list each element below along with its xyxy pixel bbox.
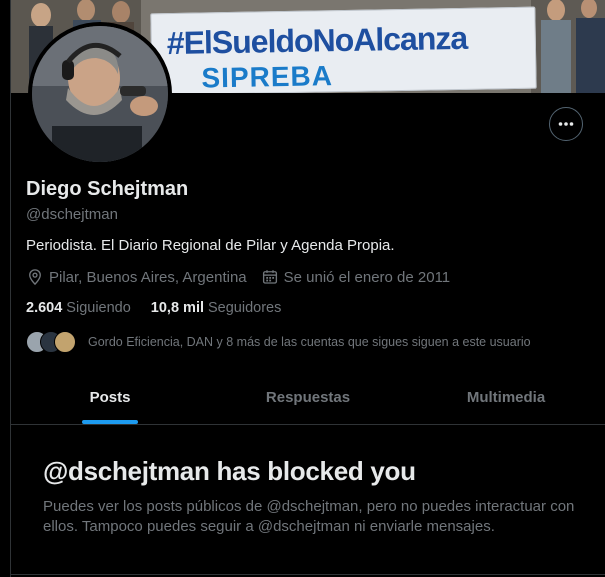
calendar-icon <box>262 270 277 284</box>
tab-label: Multimedia <box>466 388 546 406</box>
location-pin-icon <box>29 269 41 286</box>
column-border <box>10 0 11 577</box>
follow-stats: 2.604 Siguiendo 10,8 mil Seguidores <box>26 300 281 316</box>
tab-posts[interactable]: Posts <box>11 370 209 424</box>
followers-label: Seguidores <box>208 300 282 316</box>
more-options-button[interactable] <box>549 107 583 141</box>
tab-media[interactable]: Multimedia <box>407 370 605 424</box>
profile-joined: Se unió el enero de 2011 <box>261 268 451 286</box>
active-tab-indicator <box>82 420 138 424</box>
tab-label: Posts <box>89 388 131 406</box>
profile-joined-text: Se unió el enero de 2011 <box>283 268 451 286</box>
following-link[interactable]: 2.604 Siguiendo <box>26 300 131 316</box>
following-label: Siguiendo <box>66 300 131 316</box>
known-followers[interactable]: Gordo Eficiencia, DAN y 8 más de las cue… <box>26 330 531 354</box>
profile-location: Pilar, Buenos Aires, Argentina <box>26 268 247 286</box>
profile-meta: Pilar, Buenos Aires, Argentina Se unió e… <box>26 268 450 286</box>
more-horizontal-icon <box>558 122 574 126</box>
banner-sign-text-2: SIPREBA <box>201 60 334 93</box>
followers-link[interactable]: 10,8 mil Seguidores <box>151 300 282 316</box>
profile-tabs: Posts Respuestas Multimedia <box>11 370 605 425</box>
profile-avatar[interactable] <box>28 22 172 166</box>
blocked-description: Puedes ver los posts públicos de @dschej… <box>43 498 575 535</box>
tab-label: Respuestas <box>265 388 351 406</box>
profile-location-text: Pilar, Buenos Aires, Argentina <box>49 268 247 286</box>
known-follower-avatar <box>54 331 76 353</box>
banner-sign-text-1: #ElSueldoNoAlcanza <box>166 19 468 62</box>
following-count: 2.604 <box>26 300 63 316</box>
followers-count: 10,8 mil <box>150 300 204 316</box>
avatar-photo <box>32 26 168 162</box>
profile-name: Diego Schejtman <box>26 178 189 200</box>
known-followers-text: Gordo Eficiencia, DAN y 8 más de las cue… <box>88 335 531 349</box>
profile-bio: Periodista. El Diario Regional de Pilar … <box>26 237 395 254</box>
bottom-divider <box>11 574 605 575</box>
blocked-title: @dschejtman has blocked you <box>43 456 416 486</box>
tab-replies[interactable]: Respuestas <box>209 370 407 424</box>
profile-handle: @dschejtman <box>26 206 118 223</box>
banner-protest-sign: #ElSueldoNoAlcanza SIPREBA <box>150 6 537 93</box>
